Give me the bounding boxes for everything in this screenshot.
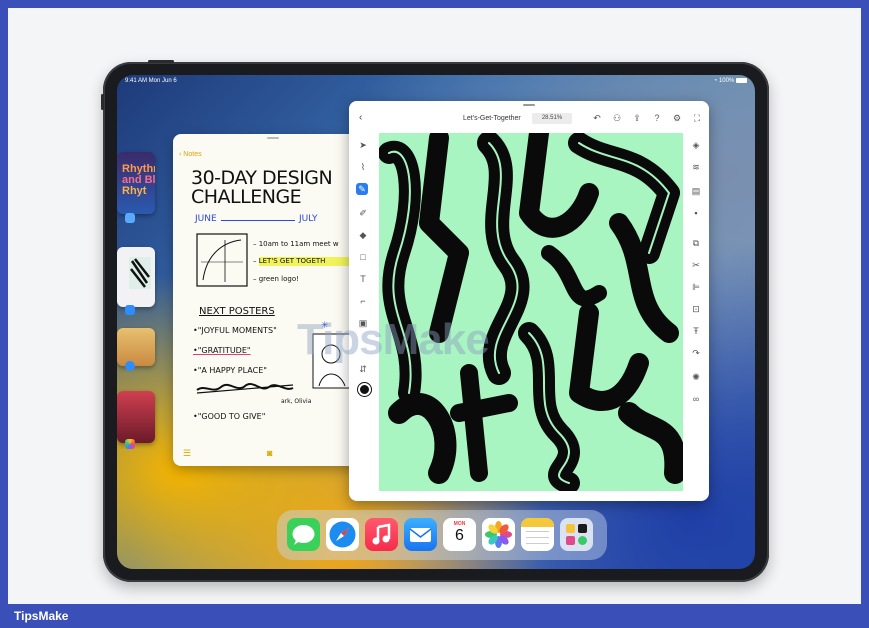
note-month-start: JUNE [195, 214, 217, 224]
note-list-item-3: – green logo! [253, 275, 299, 283]
eraser-icon[interactable]: ◆ [357, 229, 369, 241]
zoom-level[interactable]: 28.51% [532, 113, 572, 124]
help-icon[interactable]: ? [651, 112, 663, 124]
watermark: TipsMake [297, 315, 490, 364]
mail-icon[interactable] [404, 518, 437, 551]
music-icon [125, 213, 135, 223]
link-icon[interactable]: ∞ [690, 393, 702, 405]
note-sketch-drawing [196, 233, 248, 287]
collaborate-icon[interactable]: ⚇ [611, 112, 623, 124]
settings-dial-icon[interactable]: ✺ [690, 371, 702, 383]
dock: MON 6 [277, 510, 607, 560]
note-timeline [221, 220, 295, 221]
sketch-app-window[interactable]: ‹ Let's-Get-Together 28.51% ↶ ⚇ ⇪ ? ⚙ ⛶ … [349, 101, 709, 501]
fullscreen-icon[interactable]: ⛶ [691, 112, 703, 124]
transform-icon[interactable]: ⊡ [690, 303, 702, 315]
crop-icon[interactable]: ⌐ [357, 295, 369, 307]
note-poster-2: •"GRATITUDE" [193, 346, 251, 355]
lettering-artwork [379, 133, 683, 491]
note-list-item-2: – LET'S GET TOGETH [253, 257, 326, 265]
properties-icon[interactable]: ≋ [690, 161, 702, 173]
note-month-end: JULY [299, 214, 318, 224]
pattern-icon[interactable]: ▤ [690, 185, 702, 197]
music-artwork: Rhythm and Bl Rhyt [122, 163, 155, 197]
ipad-device: 9:41 AM Mon Jun 6 ◔ 100% Rhythm and Bl R… [101, 60, 769, 582]
duplicate-icon[interactable]: ⧉ [690, 237, 702, 249]
window-grabber[interactable] [523, 104, 535, 106]
photos-icon [125, 439, 135, 449]
note-poster-3: •"A HAPPY PLACE" [193, 366, 267, 375]
image-frame: 9:41 AM Mon Jun 6 ◔ 100% Rhythm and Bl R… [8, 8, 861, 604]
calendar-icon[interactable]: MON 6 [443, 518, 476, 551]
notes-toolbar: ☰ ◙ Ⓐ [173, 448, 373, 462]
align-icon[interactable]: ⊫ [690, 281, 702, 293]
camera-icon[interactable]: ◙ [267, 448, 272, 458]
battery-icon [736, 78, 747, 83]
stage-card-photos[interactable] [117, 391, 155, 443]
note-posters-heading: NEXT POSTERS [199, 306, 275, 317]
notes-icon[interactable] [521, 518, 554, 551]
mail-preview [129, 257, 151, 289]
note-poster-4: •"GOOD TO GIVE" [193, 412, 266, 421]
scissors-icon[interactable]: ✂ [690, 259, 702, 271]
type-icon[interactable]: Ŧ [690, 325, 702, 337]
footer-bar: TipsMake [0, 604, 869, 628]
share-icon[interactable]: ⇪ [631, 112, 643, 124]
messages-icon[interactable] [287, 518, 320, 551]
undo-icon[interactable]: ↶ [591, 112, 603, 124]
side-button [101, 94, 104, 110]
chevron-left-icon: ‹ [179, 151, 182, 158]
color-swatch[interactable] [358, 383, 371, 396]
note-title-line-2: CHALLENGE [191, 186, 302, 208]
calendar-date: 6 [455, 527, 464, 544]
brush-icon[interactable]: ✐ [357, 207, 369, 219]
volume-button [148, 60, 174, 63]
status-time: 9:41 AM Mon Jun 6 [125, 78, 177, 84]
select-icon[interactable]: ➤ [357, 139, 369, 151]
stage-card-mail[interactable] [117, 247, 155, 307]
sketch-toolbar: ‹ Let's-Get-Together 28.51% ↶ ⚇ ⇪ ? ⚙ ⛶ [349, 101, 709, 133]
wifi-icon: ◔ [713, 78, 718, 85]
text-icon[interactable]: T [357, 273, 369, 285]
chevron-left-icon[interactable]: ‹ [359, 112, 362, 123]
photos-icon[interactable] [482, 518, 515, 551]
document-title[interactable]: Let's-Get-Together [463, 115, 521, 122]
note-poster-1: •"JOYFUL MOMENTS" [193, 326, 277, 335]
shape-icon[interactable]: □ [357, 251, 369, 263]
status-battery: ◔ 100% [714, 78, 747, 84]
stage-card-safari[interactable] [117, 328, 155, 366]
safari-icon [125, 361, 135, 371]
safari-icon[interactable] [326, 518, 359, 551]
note-scribble [196, 383, 294, 394]
lasso-icon[interactable]: ⌇ [357, 161, 369, 173]
checklist-icon[interactable]: ☰ [183, 448, 191, 459]
gear-icon[interactable]: ⚙ [671, 112, 683, 124]
footer-brand: TipsMake [14, 609, 69, 623]
stage-card-music[interactable]: Rhythm and Bl Rhyt [117, 152, 155, 214]
svg-text:Rhyt: Rhyt [122, 185, 147, 197]
note-credit: ark, Olivia [281, 398, 312, 405]
window-grabber[interactable] [267, 137, 279, 139]
app-library-icon[interactable] [560, 518, 593, 551]
comment-icon[interactable]: ▪ [690, 207, 702, 219]
pen-icon[interactable]: ✎ [356, 183, 368, 195]
ipad-screen: 9:41 AM Mon Jun 6 ◔ 100% Rhythm and Bl R… [117, 75, 755, 569]
drawing-canvas[interactable] [379, 133, 683, 491]
mail-icon [125, 305, 135, 315]
curve-icon[interactable]: ↷ [690, 347, 702, 359]
layers-icon[interactable]: ◈ [690, 139, 702, 151]
note-list-item-1: – 10am to 11am meet w [253, 240, 339, 248]
music-icon[interactable] [365, 518, 398, 551]
notes-back-button[interactable]: ‹ Notes [179, 151, 202, 158]
notes-window[interactable]: ‹ Notes 30-DAY DESIGN CHALLENGE JUNE JUL… [173, 134, 373, 466]
